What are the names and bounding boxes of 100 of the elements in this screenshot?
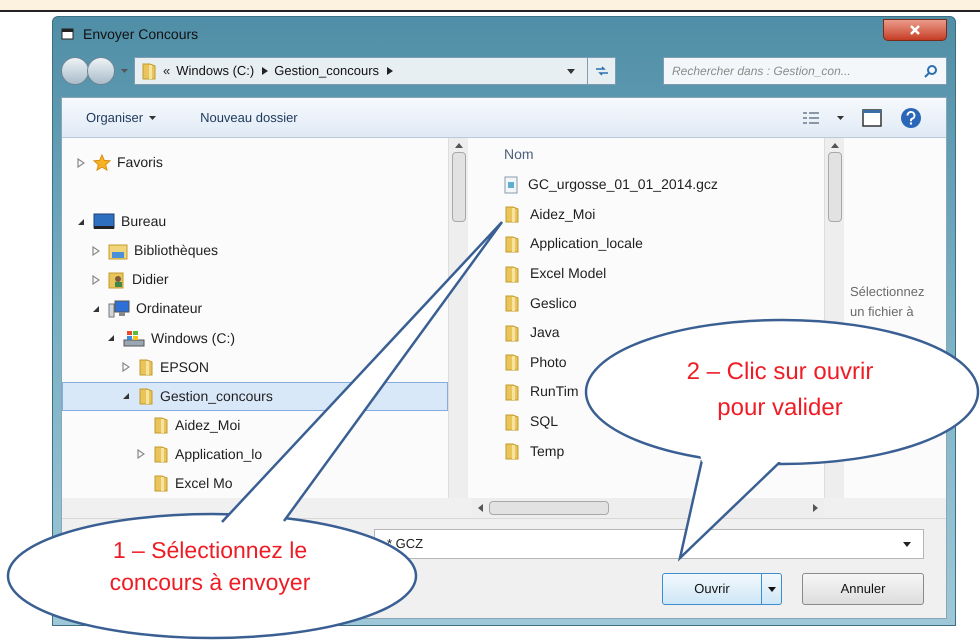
folder-icon [138,358,154,376]
forward-button[interactable] [87,57,115,85]
tree-item[interactable]: Bureau [62,207,448,236]
back-button[interactable] [61,57,89,85]
scroll-up-icon[interactable] [830,142,838,148]
file-type-value: *.GCZ [387,535,424,554]
open-options-button[interactable] [762,573,782,605]
file-name[interactable]: RunTim [530,381,578,402]
tree-item-label: Windows (C:) [151,328,236,348]
collapsed-arrow-icon[interactable] [92,246,100,256]
callout-text: concours à envoyer [110,568,310,597]
tree-item-label: Didier [132,270,169,290]
folder-icon [504,264,520,283]
tree-scrollbar[interactable] [448,138,468,498]
caret-icon [903,542,911,546]
breadcrumb-item[interactable]: Windows (C:) [176,61,254,81]
breadcrumb-item[interactable]: Gestion_concours [274,61,380,81]
folder-icon [138,387,154,406]
file-name[interactable]: Aidez_Moi [530,204,596,225]
callout-text: 1 – Sélectionnez le [112,536,308,565]
scroll-thumb[interactable] [452,152,466,222]
monitor-icon [93,212,115,231]
address-bar[interactable]: « Windows (C:) Gestion_concours [134,57,616,85]
folder-icon [504,294,520,312]
tree-item[interactable]: Favoris [62,148,448,178]
folder-icon [504,382,520,401]
folder-icon [153,474,169,492]
column-header[interactable]: Nom [504,144,824,170]
collapsed-arrow-icon[interactable] [77,158,85,168]
search-input[interactable]: Rechercher dans : Gestion_con... [672,62,924,80]
star-icon [93,154,111,172]
tree-item-label: Bureau [121,212,166,232]
callout-text: pour valider [717,393,843,423]
tree-item[interactable]: Excel Mo [62,468,448,498]
folder-icon [504,205,520,224]
tree-item[interactable]: Gestion_concours [62,382,448,411]
file-name[interactable]: GC_urgosse_01_01_2014.gcz [528,174,718,196]
window-title: Envoyer Concours [83,24,198,44]
user-folder-icon [108,270,126,289]
preview-hint: un fichier à [850,302,915,320]
tree-item[interactable]: Ordinateur [62,294,448,324]
scroll-up-icon[interactable] [454,142,462,148]
tree-item[interactable]: Application_lo [62,440,448,469]
file-name[interactable]: Excel Model [530,263,606,284]
close-button[interactable] [883,19,947,41]
view-list-icon[interactable] [803,112,819,124]
callout-text: 2 – Clic sur ouvrir [686,357,874,387]
folder-icon [504,353,520,372]
scroll-left-icon[interactable] [478,504,483,512]
expanded-arrow-icon[interactable] [122,392,130,400]
tree-item[interactable]: Windows (C:) [62,323,448,353]
caret-icon[interactable] [837,116,844,120]
folder-icon [153,445,169,464]
file-name[interactable]: Java [530,322,560,344]
expanded-arrow-icon[interactable] [107,334,115,342]
expanded-arrow-icon[interactable] [92,304,100,313]
expanded-arrow-icon[interactable] [77,218,85,226]
tree-item[interactable]: Didier [62,265,448,294]
file-type-dropdown[interactable]: *.GCZ [374,529,924,559]
library-icon [108,242,128,260]
window-icon [61,27,75,41]
file-name[interactable]: Temp [530,440,564,462]
caret-icon [768,586,776,592]
breadcrumb-arrow-icon[interactable] [262,67,268,75]
file-name[interactable]: Application_locale [530,233,643,254]
breadcrumb-arrow-icon[interactable] [387,67,394,75]
file-name[interactable]: Geslico [530,292,577,314]
search-field[interactable]: Rechercher dans : Gestion_con... [663,57,947,85]
tree-item[interactable]: Bibliothèques [62,236,448,266]
folder-icon [153,416,169,434]
folder-icon [504,412,520,431]
open-button[interactable]: Ouvrir [662,573,762,605]
folder-icon [141,62,157,80]
organize-button[interactable]: Organiser [86,108,156,128]
new-folder-button[interactable]: Nouveau dossier [200,108,298,128]
file-name[interactable]: Photo [530,352,567,373]
folder-icon [504,442,520,460]
tree-item[interactable]: EPSON [62,352,448,382]
collapsed-arrow-icon[interactable] [92,274,100,285]
folder-icon [504,324,520,342]
close-icon [910,25,920,35]
folder-icon [504,234,520,253]
search-icon[interactable] [924,64,938,78]
tree-item-label: Aidez_Moi [175,416,240,435]
dropdown-caret-icon[interactable] [567,68,575,74]
tree-item[interactable]: Aidez_Moi [62,410,448,440]
collapsed-arrow-icon[interactable] [122,362,130,372]
refresh-arrows-icon [594,66,608,76]
help-icon[interactable] [900,106,922,128]
breadcrumb-overflow[interactable]: « [163,61,170,81]
preview-pane-icon[interactable] [862,108,882,126]
collapsed-arrow-icon[interactable] [137,449,145,460]
file-name[interactable]: SQL [530,411,558,432]
scroll-thumb[interactable] [489,501,609,515]
tree-item-label: EPSON [160,358,210,377]
scroll-thumb[interactable] [828,152,842,222]
cancel-button[interactable]: Annuler [802,573,924,605]
scroll-right-icon[interactable] [813,504,818,512]
tree-item-label: Excel Mo [175,474,233,493]
caret-icon [149,116,156,120]
